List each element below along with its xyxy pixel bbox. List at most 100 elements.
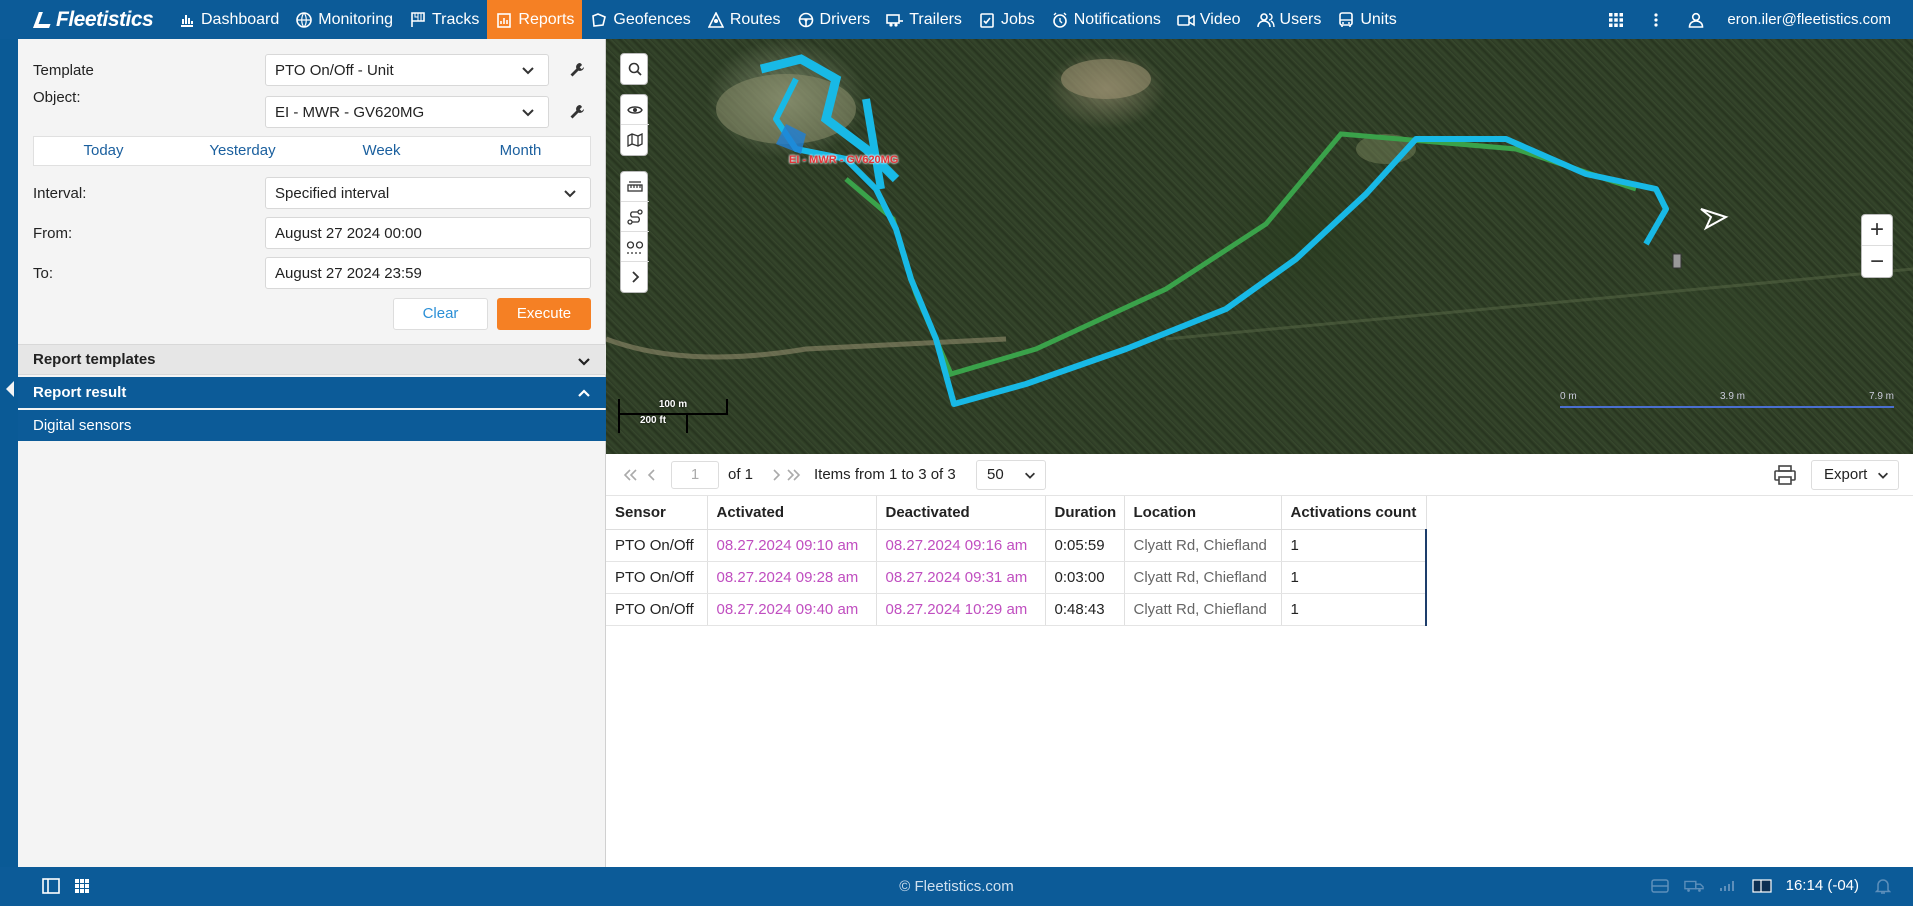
route-path-icon[interactable] <box>621 202 649 232</box>
nav-jobs[interactable]: Jobs <box>970 0 1043 39</box>
execute-button[interactable]: Execute <box>497 298 591 330</box>
ruler-icon[interactable] <box>621 172 649 202</box>
nav-video[interactable]: Video <box>1169 0 1249 39</box>
panel-collapse-notch[interactable] <box>6 381 14 397</box>
interval-label: Interval: <box>33 184 87 202</box>
table-row[interactable]: PTO On/Off 08.27.2024 09:40 am 08.27.202… <box>606 593 1427 626</box>
table-row[interactable]: PTO On/Off 08.27.2024 09:10 am 08.27.202… <box>606 529 1427 562</box>
export-button[interactable]: Export <box>1811 460 1899 490</box>
nav-label: Units <box>1360 10 1397 28</box>
export-label: Export <box>1824 466 1868 483</box>
table-row[interactable]: PTO On/Off 08.27.2024 09:28 am 08.27.202… <box>606 561 1427 594</box>
nav-dashboard[interactable]: Dashboard <box>170 0 287 39</box>
user-email[interactable]: eron.iler@fleetistics.com <box>1727 11 1891 28</box>
nav-units[interactable]: Units <box>1329 0 1404 39</box>
first-page-icon[interactable] <box>622 467 638 483</box>
notification-bell-icon[interactable] <box>1873 878 1893 894</box>
report-icon <box>495 11 513 29</box>
col-sensor[interactable]: Sensor <box>606 496 708 530</box>
green-track-line <box>844 131 1637 378</box>
cell-deactivated[interactable]: 08.27.2024 09:31 am <box>876 561 1046 594</box>
report-templates-accordion[interactable]: Report templates <box>18 344 606 375</box>
signal-icon[interactable] <box>1718 878 1738 894</box>
last-page-icon[interactable] <box>786 467 802 483</box>
from-date-input[interactable]: August 27 2024 00:00 <box>265 217 591 249</box>
cell-activated[interactable]: 08.27.2024 09:40 am <box>707 593 877 626</box>
report-left-panel: Template PTO On/Off - Unit Object: EI - … <box>18 39 606 867</box>
tab-week[interactable]: Week <box>312 137 451 165</box>
col-location[interactable]: Location <box>1124 496 1282 530</box>
col-activations-count[interactable]: Activations count <box>1281 496 1427 530</box>
tab-yesterday[interactable]: Yesterday <box>173 137 312 165</box>
printer-icon[interactable] <box>1774 465 1796 485</box>
nav-label: Trailers <box>909 10 962 28</box>
panel-layout-icon[interactable] <box>1752 878 1772 894</box>
logo-text: Fleetistics <box>56 7 154 31</box>
fleetistics-logo[interactable]: Fleetistics <box>0 0 170 39</box>
cell-deactivated[interactable]: 08.27.2024 10:29 am <box>876 593 1046 626</box>
search-icon[interactable] <box>621 54 649 84</box>
tab-month[interactable]: Month <box>451 137 590 165</box>
digital-sensors-item[interactable]: Digital sensors <box>18 410 606 441</box>
map-view-group <box>620 94 649 156</box>
alarm-clock-icon <box>1051 11 1069 29</box>
user-account-icon[interactable] <box>1687 11 1705 29</box>
col-activated[interactable]: Activated <box>707 496 877 530</box>
eye-icon[interactable] <box>621 95 649 125</box>
map-unit-label[interactable]: EI - MWR - GV620MG <box>789 154 898 166</box>
zoom-in-button[interactable]: + <box>1862 215 1892 246</box>
storage-icon[interactable] <box>1650 878 1670 894</box>
truck-icon[interactable] <box>1683 878 1704 894</box>
cell-activated[interactable]: 08.27.2024 09:28 am <box>707 561 877 594</box>
prev-page-icon[interactable] <box>644 467 660 483</box>
route-icon <box>707 11 725 29</box>
nav-label: Reports <box>518 10 575 28</box>
nav-users[interactable]: Users <box>1249 0 1330 39</box>
next-page-icon[interactable] <box>768 467 784 483</box>
template-select[interactable]: PTO On/Off - Unit <box>265 54 549 86</box>
template-select-value: PTO On/Off - Unit <box>275 61 394 79</box>
col-deactivated[interactable]: Deactivated <box>876 496 1046 530</box>
nav-reports[interactable]: Reports <box>487 0 583 39</box>
cell-activations-count: 1 <box>1281 561 1427 594</box>
bar-chart-icon <box>178 11 196 29</box>
object-select[interactable]: EI - MWR - GV620MG <box>265 96 549 128</box>
page-size-select[interactable]: 50 <box>976 460 1046 490</box>
chevron-down-icon <box>522 67 534 75</box>
more-vertical-icon[interactable] <box>1647 11 1665 29</box>
to-date-input[interactable]: August 27 2024 23:59 <box>265 257 591 289</box>
map-measure-group <box>620 171 649 293</box>
nav-routes[interactable]: Routes <box>699 0 789 39</box>
template-row: Template PTO On/Off - Unit <box>18 53 606 87</box>
map-view[interactable]: EI - MWR - GV620MG + − 100 m 200 ft 0 m … <box>606 39 1913 454</box>
nav-monitoring[interactable]: Monitoring <box>287 0 401 39</box>
to-row: To: August 27 2024 23:59 <box>18 256 606 290</box>
interval-select[interactable]: Specified interval <box>265 177 591 209</box>
cell-deactivated[interactable]: 08.27.2024 09:16 am <box>876 529 1046 562</box>
chevron-right-icon[interactable] <box>621 262 649 292</box>
zoom-out-button[interactable]: − <box>1862 246 1892 277</box>
nav-trailers[interactable]: Trailers <box>878 0 970 39</box>
cell-location: Clyatt Rd, Chiefland <box>1124 593 1282 626</box>
report-result-accordion[interactable]: Report result <box>18 377 606 408</box>
trailer-icon <box>886 11 904 29</box>
nav-drivers[interactable]: Drivers <box>789 0 879 39</box>
apps-grid-icon[interactable] <box>1607 11 1625 29</box>
nav-label: Users <box>1279 10 1322 28</box>
map-search-group <box>620 53 648 85</box>
wrench-icon[interactable] <box>568 61 586 79</box>
nav-label: Tracks <box>431 10 480 28</box>
nav-notifications[interactable]: Notifications <box>1043 0 1169 39</box>
nav-label: Notifications <box>1073 10 1161 28</box>
page-number-input[interactable]: 1 <box>671 461 719 489</box>
col-duration[interactable]: Duration <box>1045 496 1125 530</box>
pins-icon[interactable] <box>621 232 649 262</box>
nav-geofences[interactable]: Geofences <box>582 0 698 39</box>
cell-activated[interactable]: 08.27.2024 09:10 am <box>707 529 877 562</box>
map-layers-icon[interactable] <box>621 125 649 155</box>
nav-tracks[interactable]: Tracks <box>401 0 487 39</box>
clear-button[interactable]: Clear <box>393 298 488 330</box>
wrench-icon[interactable] <box>568 103 586 121</box>
tab-today[interactable]: Today <box>34 137 173 165</box>
object-select-value: EI - MWR - GV620MG <box>275 103 425 121</box>
